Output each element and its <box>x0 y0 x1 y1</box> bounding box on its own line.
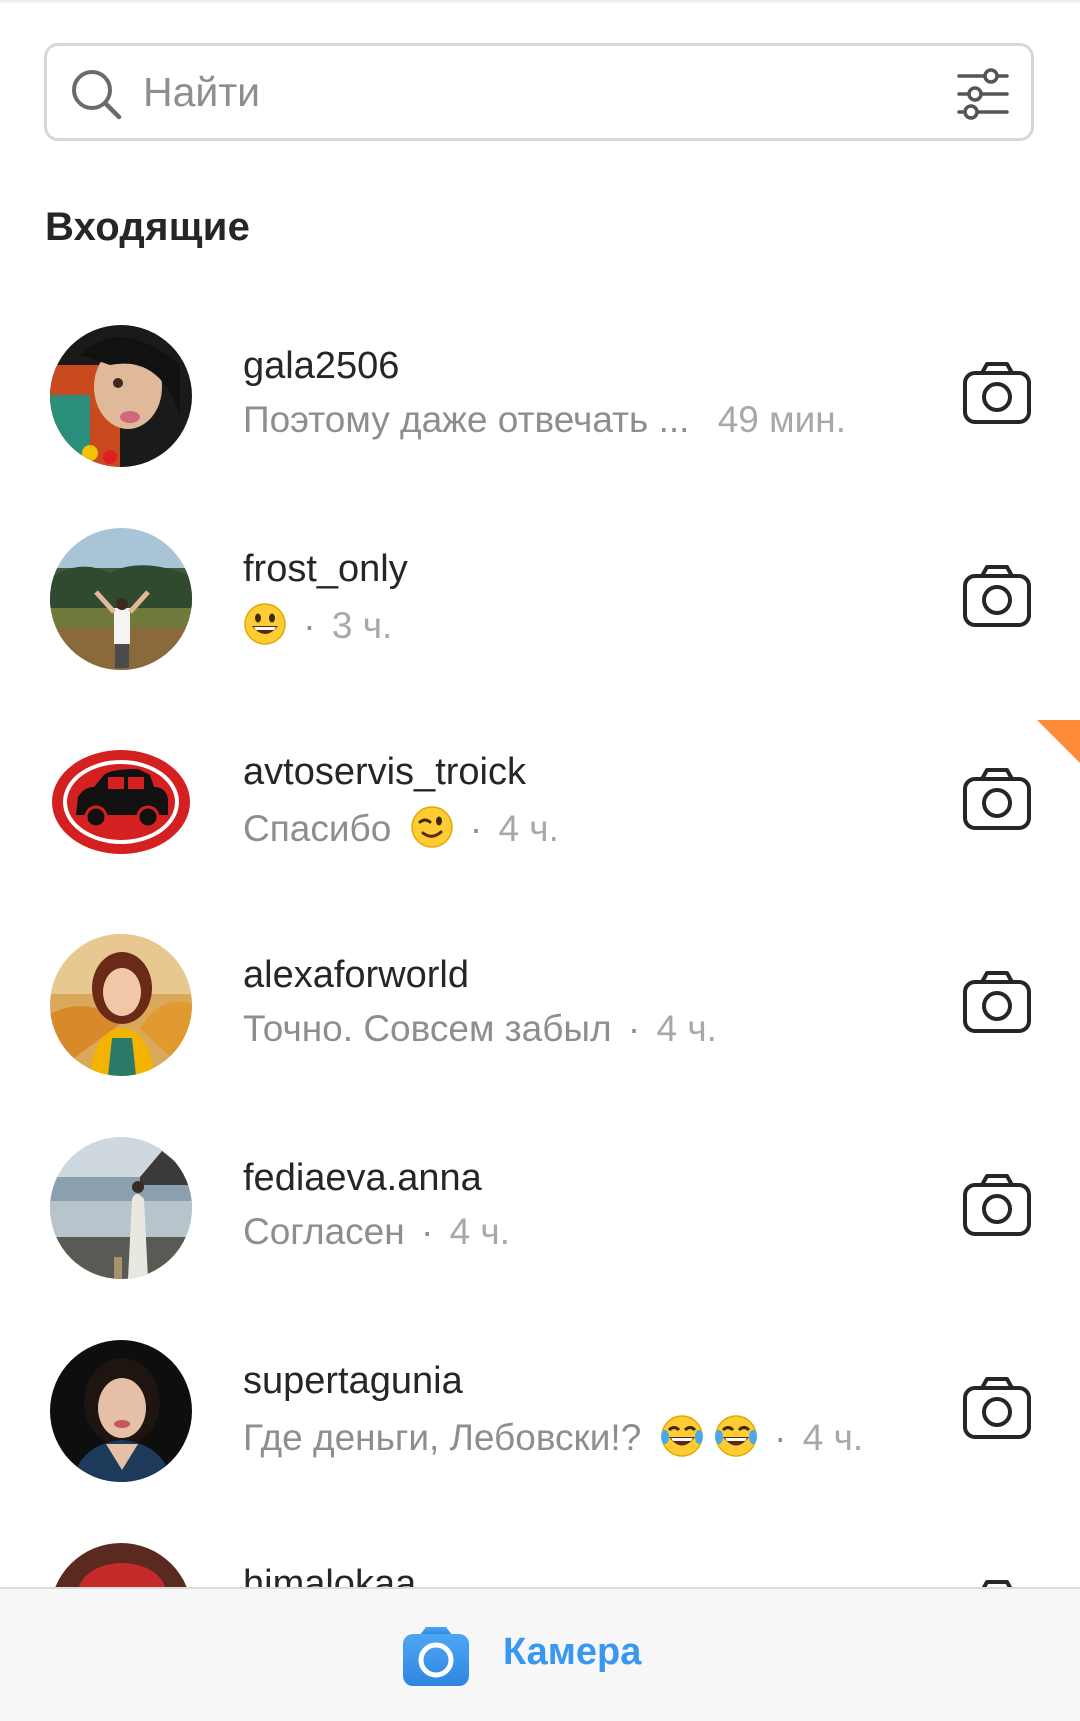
thread-separator: · <box>303 605 316 646</box>
camera-icon[interactable] <box>962 767 1032 831</box>
avatar[interactable] <box>50 934 192 1076</box>
camera-icon[interactable] <box>962 564 1032 628</box>
thread-message: Точно. Совсем забыл <box>243 1008 612 1049</box>
search-input[interactable] <box>143 60 903 124</box>
thread-preview: · 3 ч. <box>243 602 392 647</box>
thread-row[interactable]: alexaforworld Точно. Совсем забыл · 4 ч. <box>0 934 1080 1104</box>
tears-of-joy-emoji <box>714 1414 758 1458</box>
avatar[interactable] <box>50 1340 192 1482</box>
grinning-face-emoji <box>243 602 287 646</box>
avatar[interactable] <box>50 731 192 873</box>
thread-preview: Поэтому даже отвечать ... 49 мин. <box>243 399 846 441</box>
camera-icon[interactable] <box>962 1376 1032 1440</box>
thread-message: Спасибо <box>243 808 392 849</box>
search-icon <box>69 67 123 121</box>
thread-username: avtoservis_troick <box>243 751 526 793</box>
thread-separator: · <box>420 1211 434 1252</box>
avatar[interactable] <box>50 325 192 467</box>
thread-row[interactable]: gala2506 Поэтому даже отвечать ... 49 ми… <box>0 325 1080 495</box>
thread-username: supertagunia <box>243 1360 463 1402</box>
search-bar[interactable] <box>44 43 1034 141</box>
camera-icon[interactable] <box>402 1625 470 1687</box>
thread-time: 3 ч. <box>331 605 393 646</box>
thread-separator: · <box>627 1008 641 1049</box>
thread-time: 4 ч. <box>802 1417 864 1458</box>
thread-row[interactable]: supertagunia Где деньги, Лебовски!? · 4 … <box>0 1340 1080 1510</box>
section-title-inbox: Входящие <box>45 205 251 249</box>
thread-message: Где деньги, Лебовски!? <box>243 1417 642 1458</box>
thread-message: Поэтому даже отвечать ... <box>243 399 690 440</box>
avatar[interactable] <box>50 528 192 670</box>
thread-username: alexaforworld <box>243 954 469 996</box>
status-shadow <box>0 0 1080 4</box>
sliders-icon[interactable] <box>955 66 1011 122</box>
thread-time: 4 ч. <box>449 1211 510 1252</box>
thread-username: fediaeva.anna <box>243 1157 482 1199</box>
direct-inbox-screen: Входящие gala2506 Поэтому даже отвечать … <box>0 0 1080 1721</box>
camera-icon[interactable] <box>962 970 1032 1034</box>
avatar[interactable] <box>50 1137 192 1279</box>
thread-row[interactable]: fediaeva.anna Согласен · 4 ч. <box>0 1137 1080 1307</box>
camera-icon[interactable] <box>962 361 1032 425</box>
corner-badge <box>1037 720 1080 764</box>
thread-username: frost_only <box>243 548 408 590</box>
thread-preview: Спасибо · 4 ч. <box>243 805 559 850</box>
camera-button-label[interactable]: Камера <box>503 1631 641 1674</box>
bottom-camera-bar[interactable]: Камера <box>0 1587 1080 1721</box>
tears-of-joy-emoji <box>660 1414 704 1458</box>
thread-time: 49 мин. <box>717 399 846 440</box>
thread-separator: · <box>774 1417 787 1458</box>
thread-separator: · <box>469 808 483 849</box>
thread-time: 4 ч. <box>656 1008 717 1049</box>
thread-time: 4 ч. <box>498 808 559 849</box>
thread-preview: Согласен · 4 ч. <box>243 1211 510 1253</box>
camera-icon[interactable] <box>962 1173 1032 1237</box>
thread-preview: Где деньги, Лебовски!? · 4 ч. <box>243 1414 863 1459</box>
thread-preview: Точно. Совсем забыл · 4 ч. <box>243 1008 717 1050</box>
thread-row[interactable]: avtoservis_troick Спасибо · 4 ч. <box>0 731 1080 901</box>
winking-face-emoji <box>410 805 454 849</box>
thread-username: gala2506 <box>243 345 400 387</box>
thread-row[interactable]: frost_only · 3 ч. <box>0 528 1080 698</box>
thread-message: Согласен <box>243 1211 405 1252</box>
